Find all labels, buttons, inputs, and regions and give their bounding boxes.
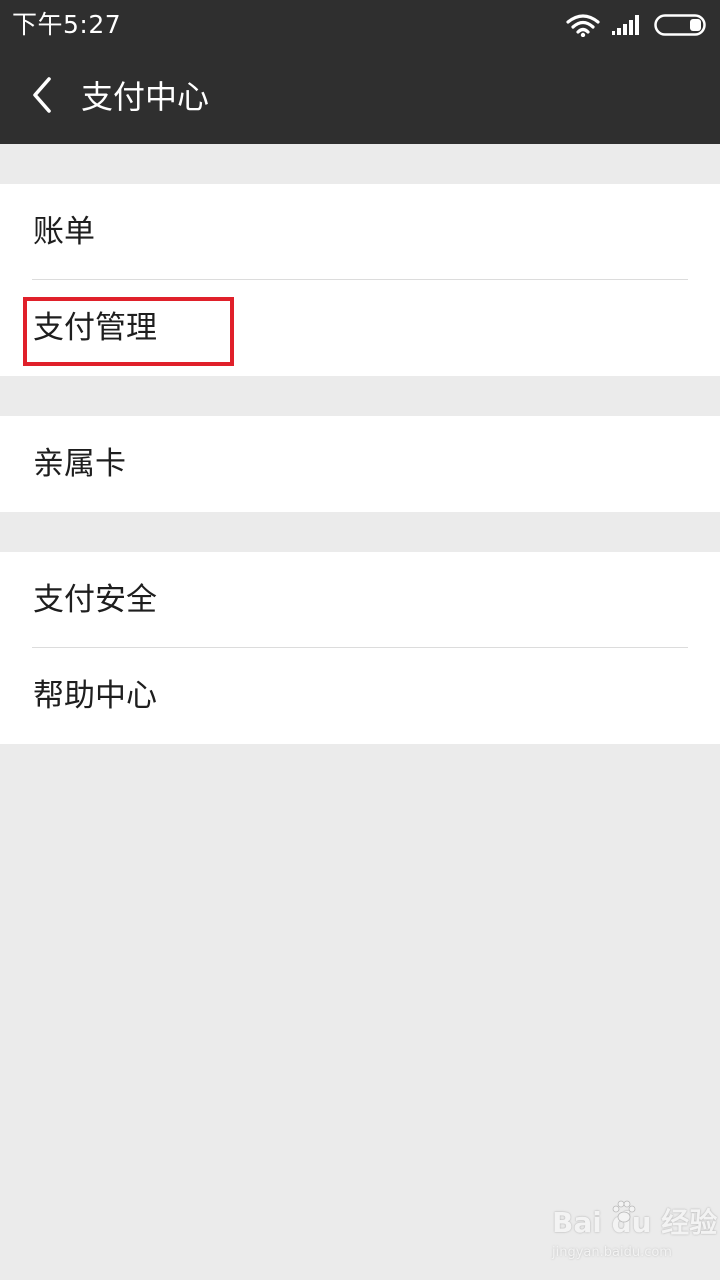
status-time: 下午5:27	[12, 10, 122, 39]
menu-item-label: 支付安全	[33, 582, 157, 618]
signal-icon	[612, 14, 642, 36]
back-button[interactable]	[14, 68, 70, 126]
menu-item-label: 支付管理	[33, 310, 157, 346]
status-icons	[566, 12, 708, 38]
menu-item-bill[interactable]: 账单	[0, 184, 720, 280]
menu-group-1: 账单 支付管理	[0, 184, 720, 376]
menu-item-help-center[interactable]: 帮助中心	[0, 648, 720, 744]
back-arrow-icon	[30, 76, 54, 118]
menu-group-2: 亲属卡	[0, 416, 720, 512]
app-bar: 支付中心	[0, 50, 720, 144]
menu-item-label: 帮助中心	[33, 678, 157, 714]
menu-item-label: 亲属卡	[33, 446, 126, 482]
page-title: 支付中心	[81, 78, 210, 116]
menu-item-label: 账单	[33, 214, 95, 250]
menu-item-payment-security[interactable]: 支付安全	[0, 552, 720, 648]
wifi-icon	[566, 13, 600, 37]
battery-icon	[654, 14, 708, 36]
baidu-jingyan-watermark: Bai du 经验 jingyan.baidu.com	[552, 1200, 717, 1268]
menu-group-3: 支付安全 帮助中心	[0, 552, 720, 744]
menu-item-payment-management[interactable]: 支付管理	[0, 280, 720, 376]
status-bar: 下午5:27	[0, 0, 720, 50]
paw-icon	[610, 1200, 636, 1230]
watermark-url: jingyan.baidu.com	[552, 1245, 672, 1260]
menu-item-family-card[interactable]: 亲属卡	[0, 416, 720, 512]
